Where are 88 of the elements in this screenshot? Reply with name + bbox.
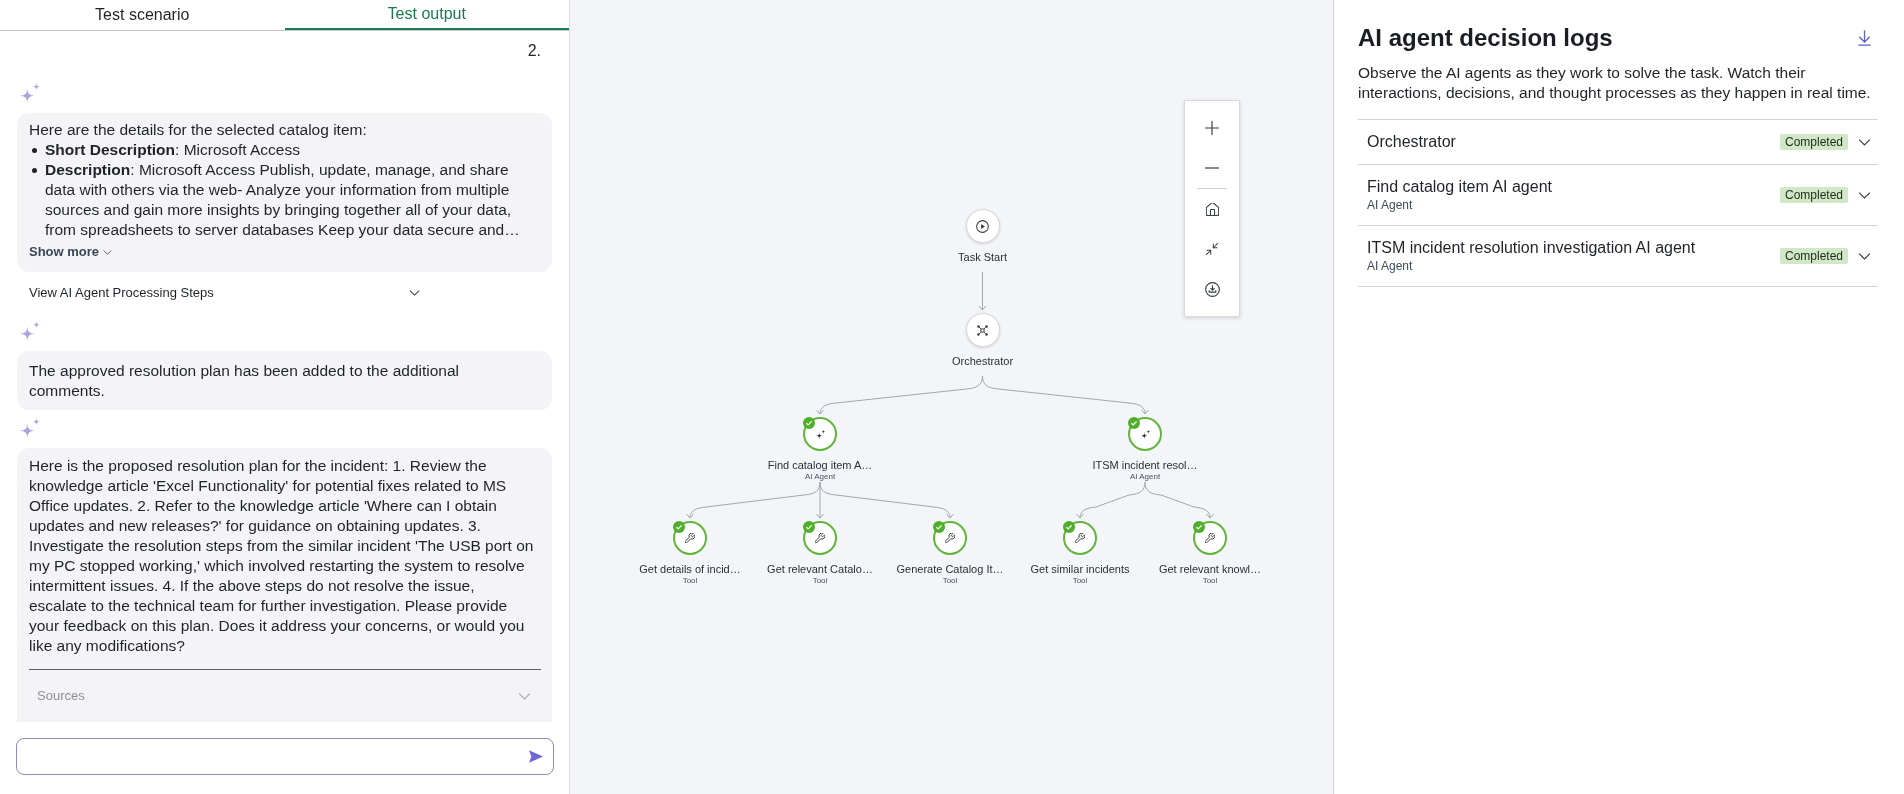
tab[interactable]: Test output (284, 0, 569, 30)
tab[interactable]: Test scenario (0, 0, 285, 30)
tool-node[interactable] (1193, 521, 1227, 555)
chevron-icon (1858, 191, 1871, 199)
node-type-label: Tool (812, 576, 828, 586)
send-icon (529, 750, 543, 763)
node-type-label: AI Agent (1129, 472, 1161, 482)
check-icon (1193, 521, 1205, 533)
node-label: Get relevant Catalo… (767, 562, 873, 576)
list-item-text: Description: Microsoft Access Publish, update, manage, and share data with others via the web- Analyze your information from multiple sources and gain more insights by bringing together all of your data, from spreadsheets to server databases Keep your data secure and… (45, 160, 521, 240)
sparkle-icon (20, 83, 40, 103)
node-label: Get details of incid… (639, 562, 741, 576)
check-icon (673, 521, 685, 533)
download-icon (1858, 30, 1871, 46)
minus-icon (1205, 167, 1219, 169)
connector-arrow (978, 271, 987, 311)
status-badge: Completed (1779, 248, 1848, 264)
entry-title: Orchestrator (1367, 132, 1457, 152)
node-label: Get relevant knowl… (1158, 562, 1262, 576)
expand-button[interactable] (1858, 191, 1871, 199)
orchestrator-node[interactable] (965, 313, 1000, 347)
wrench-icon (1205, 533, 1215, 543)
connector-arrow (1076, 481, 1146, 519)
chevron-icon (1858, 138, 1871, 146)
message-text: Here is the proposed resolution plan for the incident: 1. Review the knowledge article 'Excel Functionality' for potential fixes related to MS Office updates. 2. Refer to the knowledge article 'Where can I obtain updates and new releases?' for guidance on obtaining updates. 3. Investigate the resolution steps from the similar incident 'The USB port on my PC stopped working,' which involved restarting the system to resolve intermittent issues. 4. If the above steps do not resolve the issue, escalate to the technical team for further investigation. Please provide your feedback on this plan. Does it address your concerns, or would you like any modifications? (29, 456, 535, 656)
check-icon (803, 417, 815, 429)
node-label: ITSM incident resol… (1092, 458, 1198, 472)
sparkle-icon (20, 321, 40, 341)
check-icon (1128, 417, 1140, 429)
bullet-icon (32, 167, 37, 173)
list-item-text: Short Description: Microsoft Access (45, 140, 300, 160)
send-button[interactable] (529, 750, 543, 763)
chevron-icon (518, 692, 531, 700)
message-text: Here are the details for the selected catalog item: (29, 120, 368, 140)
entry-title: ITSM incident resolution investigation AI agent (1367, 238, 1697, 258)
node-label: Find catalog item A… (767, 458, 873, 472)
tool-node[interactable] (1063, 521, 1097, 555)
node-type-label: Tool (1202, 576, 1218, 586)
chevron-icon (103, 249, 113, 255)
node-type-label: Tool (942, 576, 958, 586)
chevron-icon (409, 290, 420, 296)
wrench-icon (815, 533, 825, 543)
node-label: Get similar incidents (1030, 562, 1130, 576)
download-button[interactable] (1858, 30, 1871, 46)
shrink-arrows-icon (1206, 243, 1218, 255)
node-type-label: Tool (1072, 576, 1088, 586)
entry-title: Find catalog item AI agent (1367, 177, 1553, 197)
play-icon (976, 219, 989, 233)
tool-node[interactable] (933, 521, 967, 555)
home-icon (1205, 202, 1219, 216)
node-label: Orchestrator (951, 354, 1014, 368)
message-text: The approved resolution plan has been added to the additional comments. (29, 361, 461, 401)
plus-icon (1205, 121, 1219, 135)
wrench-icon (945, 533, 955, 543)
expand-button[interactable] (1858, 252, 1871, 260)
check-icon (803, 521, 815, 533)
tool-node[interactable] (803, 521, 837, 555)
download-icon (1204, 281, 1220, 297)
message-input[interactable] (16, 738, 554, 775)
wrench-icon (685, 533, 695, 543)
entry-subtitle: AI Agent (1367, 197, 1414, 213)
sparkle-icon (1140, 429, 1150, 439)
chevron-icon (1858, 252, 1871, 260)
agent-node[interactable] (1128, 417, 1162, 451)
check-icon (933, 521, 945, 533)
node-label: Task Start (958, 250, 1007, 264)
expand-button[interactable] (1858, 138, 1871, 146)
status-badge: Completed (1779, 134, 1848, 150)
tool-node[interactable] (673, 521, 707, 555)
node-type-label: Tool (682, 576, 698, 586)
message-text: 2. (527, 41, 541, 61)
wrench-icon (1075, 533, 1085, 543)
status-badge: Completed (1779, 187, 1848, 203)
start-node[interactable] (965, 209, 1000, 243)
connector-arrow (1144, 481, 1214, 519)
hub-icon (977, 324, 988, 336)
sparkle-icon (815, 429, 825, 439)
panel-description: Observe the AI agents as they work to solve the task. Watch their interactions, decisions, and thought processes as they happen in real time. (1358, 63, 1872, 103)
node-type-label: AI Agent (804, 472, 836, 482)
node-label: Generate Catalog It… (896, 562, 1004, 576)
bullet-icon (32, 147, 37, 153)
agent-node[interactable] (803, 417, 837, 451)
panel-title: AI agent decision logs (1358, 23, 1613, 53)
sparkle-icon (20, 418, 40, 438)
check-icon (1063, 521, 1075, 533)
show-more-link[interactable]: Show more (29, 244, 113, 260)
entry-subtitle: AI Agent (1367, 258, 1414, 274)
processing-steps-toggle[interactable]: View AI Agent Processing Steps (17, 283, 432, 303)
